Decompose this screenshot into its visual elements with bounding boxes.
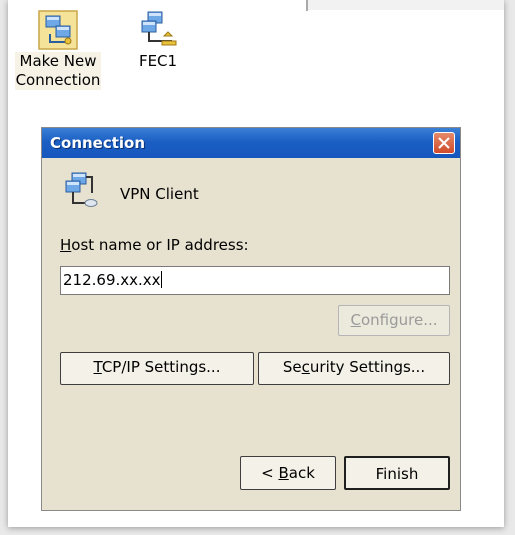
close-button[interactable] xyxy=(433,132,455,154)
connection-dialog: Connection VPN Client Host name or IP ad… xyxy=(41,127,461,511)
desktop-icon-make-new-connection[interactable]: Make New Connection xyxy=(8,10,108,90)
desktop-icon-fec1[interactable]: FEC1 xyxy=(126,10,190,71)
screenshot-frame: Make New Connection FEC1 Connection VPN … xyxy=(8,0,504,527)
make-new-connection-icon xyxy=(38,10,78,50)
dialog-title: Connection xyxy=(50,134,146,152)
vpn-client-icon xyxy=(65,172,98,207)
window-strip xyxy=(308,0,504,10)
dialog-titlebar[interactable]: Connection xyxy=(42,128,460,158)
finish-button[interactable]: Finish xyxy=(344,456,450,490)
close-icon xyxy=(438,137,450,149)
host-label: Host name or IP address: xyxy=(60,236,249,254)
tcpip-settings-button[interactable]: TCP/IP Settings... xyxy=(60,352,254,385)
host-input[interactable]: 212.69.xx.xx xyxy=(60,266,450,295)
make-new-connection-label: Make New Connection xyxy=(14,52,102,90)
connection-type-label: VPN Client xyxy=(120,185,199,203)
network-connection-icon xyxy=(141,11,177,46)
text-caret xyxy=(160,271,162,288)
fec1-label: FEC1 xyxy=(138,52,178,70)
configure-button[interactable]: Configure... xyxy=(338,305,450,336)
security-settings-button[interactable]: Security Settings... xyxy=(258,352,450,385)
back-button[interactable]: < Back xyxy=(240,456,336,490)
